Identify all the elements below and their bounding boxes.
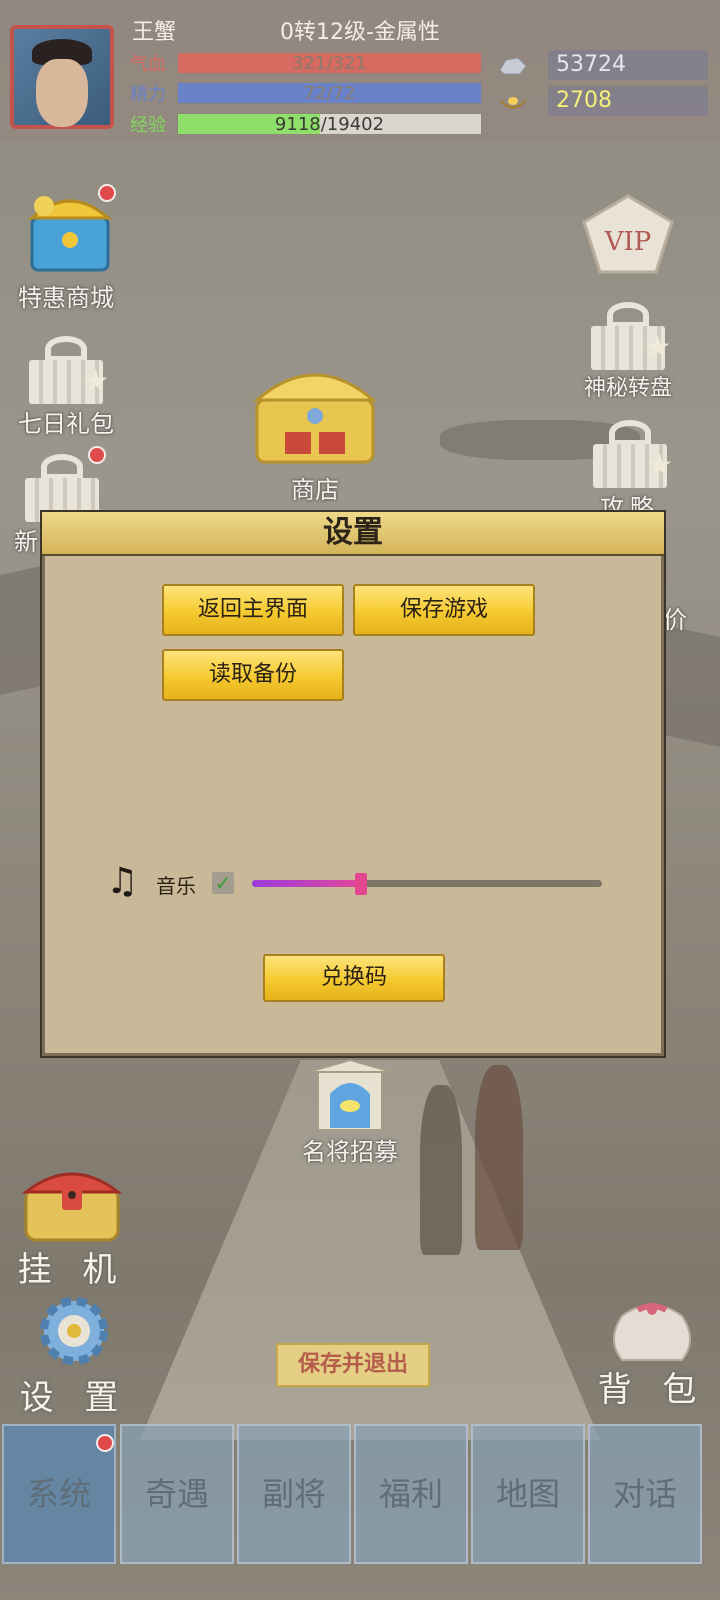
return-main-button[interactable]: 返回主界面 <box>162 584 344 636</box>
bottom-tab-bar: 系统 奇遇 副将 福利 地图 对话 <box>0 1424 720 1600</box>
mystery-wheel-label: 神秘转盘 <box>583 376 672 401</box>
seven-day-gift-label: 七日礼包 <box>18 410 114 438</box>
player-level: 0转12级-金属性 <box>280 20 440 45</box>
bag-label: 背 包 <box>597 1370 707 1410</box>
energy-bar: 72/72 <box>177 82 482 104</box>
vip-entry[interactable]: VIP <box>576 192 680 278</box>
settings-entry[interactable]: 设 置 <box>18 1292 130 1419</box>
music-volume-fill <box>252 880 361 887</box>
avatar-face <box>36 59 88 127</box>
tab-map[interactable]: 地图 <box>471 1424 585 1564</box>
exp-label: 经验 <box>130 115 166 136</box>
special-shop-entry[interactable]: 特惠商城 <box>10 178 122 313</box>
gift-icon: ★ <box>23 334 109 404</box>
tab-welfare[interactable]: 福利 <box>354 1424 468 1564</box>
music-setting-row: ♫ 音乐 ✓ <box>106 864 626 904</box>
special-shop-label: 特惠商城 <box>18 284 114 312</box>
hp-bar: 321/321 <box>177 52 482 74</box>
hp-value: 321/321 <box>292 53 367 74</box>
recruit-label: 名将招募 <box>302 1138 398 1166</box>
music-volume-slider[interactable] <box>252 873 602 895</box>
recruit-entry[interactable]: 名将招募 <box>290 1058 410 1167</box>
exp-bar: 9118/19402 <box>177 113 482 135</box>
shop-chest-icon <box>245 350 385 470</box>
player-header: 王蟹 0转12级-金属性 气血 321/321 精力 72/72 经验 9118… <box>0 0 720 140</box>
silver-amount: 53724 <box>548 50 708 80</box>
gold-amount: 2708 <box>548 86 708 116</box>
vip-badge-icon: VIP <box>576 192 680 278</box>
tab-dialogue[interactable]: 对话 <box>588 1424 702 1564</box>
idle-label: 挂 机 <box>17 1250 127 1290</box>
gift-icon: ★ <box>585 300 671 370</box>
settings-label: 设 置 <box>19 1378 129 1418</box>
gold-ingot-icon <box>498 92 528 114</box>
energy-value: 72/72 <box>303 83 356 104</box>
music-label: 音乐 <box>156 874 196 898</box>
tab-adventure[interactable]: 奇遇 <box>120 1424 234 1564</box>
notification-dot <box>98 184 116 202</box>
bag-entry[interactable]: 背 包 <box>596 1288 708 1411</box>
shrine-icon <box>300 1058 400 1132</box>
guide-entry[interactable]: ★ 攻略 <box>580 418 680 523</box>
gift-icon: ★ <box>587 418 673 488</box>
player-avatar[interactable] <box>10 25 114 129</box>
music-volume-handle[interactable] <box>354 873 367 895</box>
load-backup-button[interactable]: 读取备份 <box>162 649 344 701</box>
hp-label: 气血 <box>130 54 166 75</box>
player-name: 王蟹 <box>132 20 177 45</box>
settings-title: 设置 <box>42 512 664 556</box>
seven-day-gift-entry[interactable]: ★ 七日礼包 <box>14 334 118 439</box>
idle-entry[interactable]: 挂 机 <box>16 1162 128 1291</box>
music-checkbox[interactable]: ✓ <box>212 872 234 894</box>
shop-label: 商店 <box>291 476 339 504</box>
gear-icon <box>32 1292 116 1370</box>
person-figure <box>475 1065 523 1250</box>
redeem-code-button[interactable]: 兑换码 <box>263 954 445 1002</box>
tab-deputy[interactable]: 副将 <box>237 1424 351 1564</box>
save-game-button[interactable]: 保存游戏 <box>353 584 535 636</box>
bag-icon <box>602 1288 702 1362</box>
mystery-wheel-entry[interactable]: ★ 神秘转盘 <box>578 300 678 402</box>
settings-dialog: 设置 返回主界面 保存游戏 读取备份 ♫ 音乐 ✓ 兑换码 <box>40 510 666 1058</box>
shop-entry[interactable]: 商店 <box>240 350 390 505</box>
lock-chest-icon <box>20 1162 124 1242</box>
svg-text:VIP: VIP <box>604 227 652 257</box>
exp-value: 9118/19402 <box>274 114 385 135</box>
notification-dot <box>96 1434 114 1452</box>
person-figure <box>420 1085 462 1255</box>
silver-ingot-icon <box>498 54 528 76</box>
notification-dot <box>88 446 106 464</box>
save-and-exit-button[interactable]: 保存并退出 <box>276 1343 430 1387</box>
energy-label: 精力 <box>130 84 166 105</box>
music-note-icon: ♫ <box>106 861 139 902</box>
